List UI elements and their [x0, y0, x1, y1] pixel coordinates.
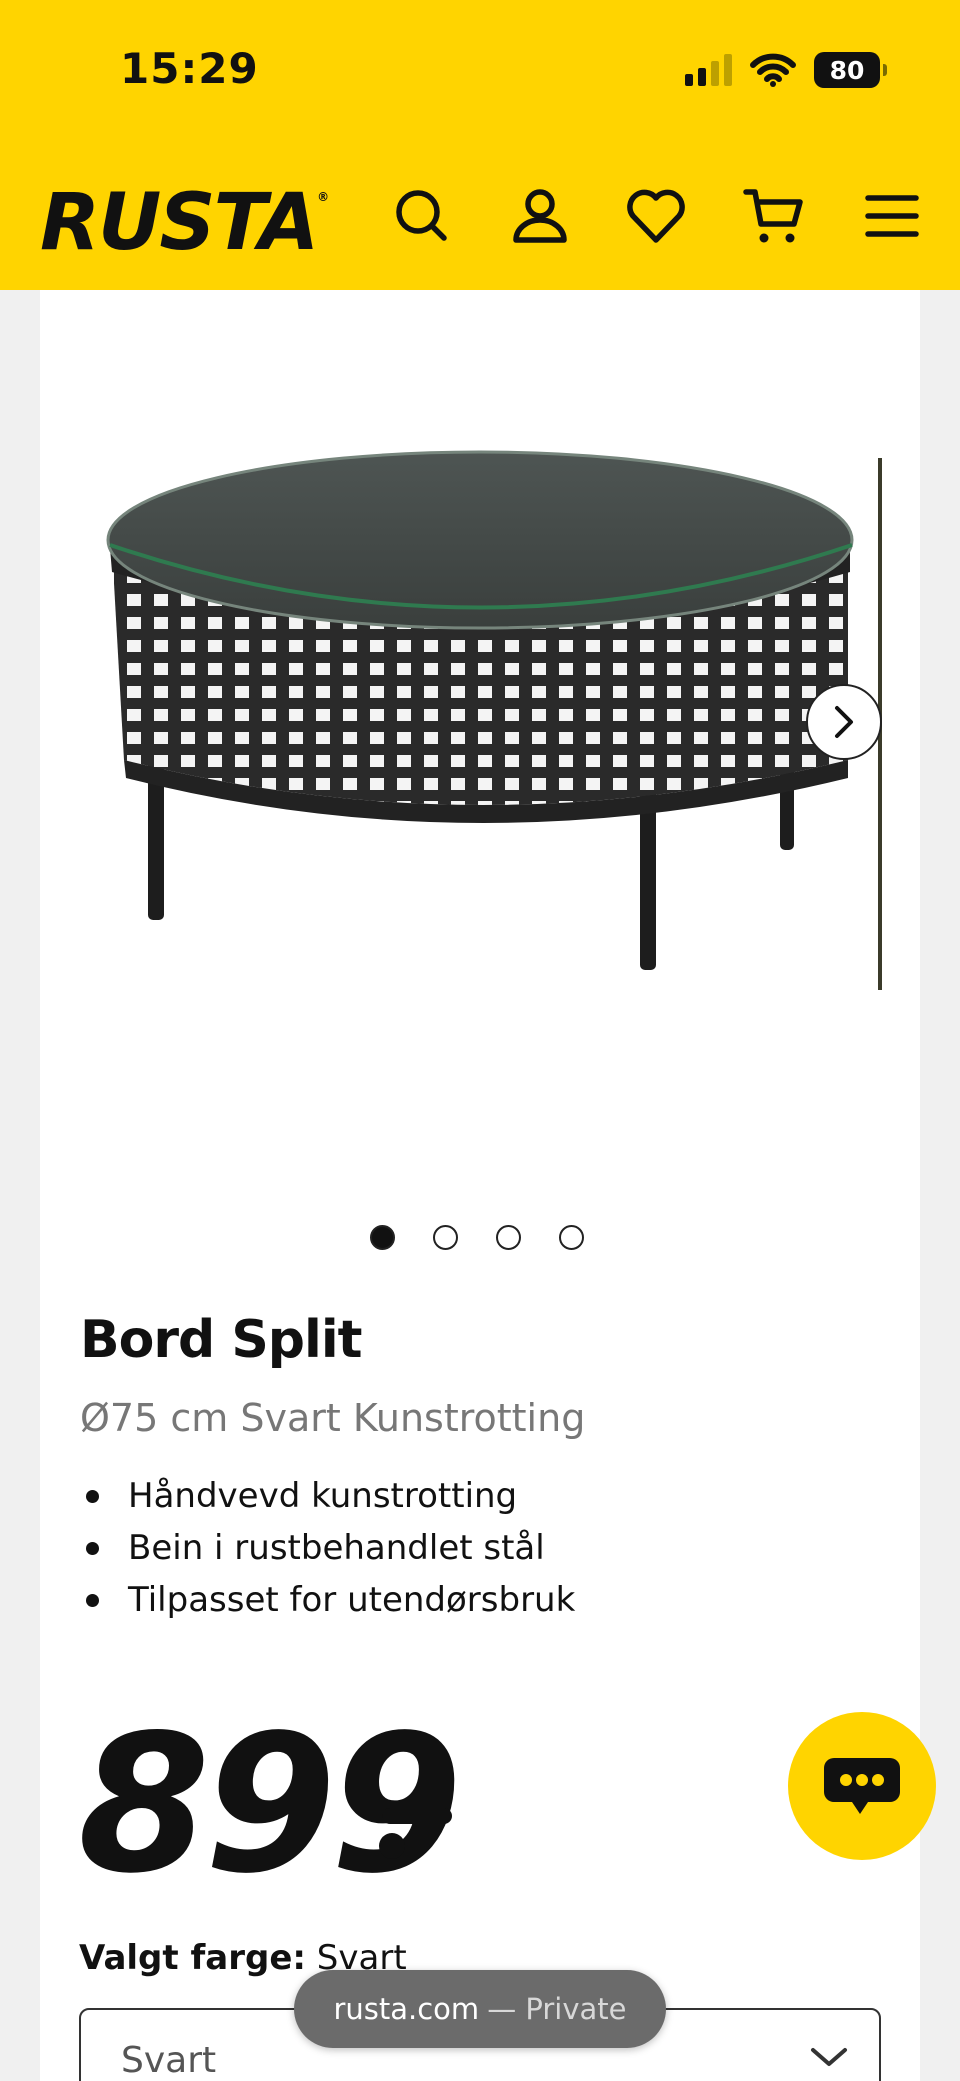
- chevron-right-icon: [835, 706, 853, 738]
- color-select-value: Svart: [121, 2040, 217, 2081]
- feature-item: Tilpasset for utendørsbruk: [80, 1574, 575, 1626]
- product-subtitle: Ø75 cm Svart Kunstrotting: [80, 1396, 586, 1440]
- pagination-dot-2[interactable]: [433, 1225, 458, 1250]
- chevron-down-icon: [811, 2048, 847, 2066]
- status-icons: 80: [685, 50, 887, 90]
- feature-list: Håndvevd kunstrotting Bein i rustbehandl…: [80, 1470, 575, 1626]
- status-time: 15:29: [120, 44, 259, 93]
- top-bar: 15:29 80 RUSTA®: [0, 0, 960, 290]
- signal-icon: [685, 54, 732, 86]
- chat-button[interactable]: [788, 1712, 936, 1860]
- url-private-label: — Private: [487, 1992, 627, 2026]
- pagination-dot-3[interactable]: [496, 1225, 521, 1250]
- pagination-dot-1[interactable]: [370, 1225, 395, 1250]
- product-image-gallery[interactable]: [40, 290, 920, 1270]
- battery-icon: 80: [814, 52, 887, 88]
- rusta-logo[interactable]: RUSTA®: [40, 178, 329, 268]
- feature-item: Bein i rustbehandlet stål: [80, 1522, 575, 1574]
- account-icon[interactable]: [508, 184, 572, 248]
- feature-item: Håndvevd kunstrotting: [80, 1470, 575, 1522]
- pagination-dot-4[interactable]: [559, 1225, 584, 1250]
- chat-icon: [824, 1758, 900, 1814]
- heart-icon[interactable]: [624, 184, 688, 248]
- product-image: [106, 450, 882, 990]
- next-image-button[interactable]: [806, 684, 882, 760]
- cart-icon[interactable]: [742, 184, 806, 248]
- product-card: Bord Split Ø75 cm Svart Kunstrotting Hån…: [40, 290, 920, 2081]
- search-icon[interactable]: [390, 184, 454, 248]
- browser-url-pill[interactable]: rusta.com — Private: [294, 1970, 666, 2048]
- product-title: Bord Split: [80, 1310, 363, 1370]
- wifi-icon: [750, 53, 796, 87]
- image-pagination: [370, 1225, 584, 1250]
- price-dash-icon: [379, 1808, 452, 1859]
- color-label-key: Valgt farge:: [79, 1938, 306, 1978]
- url-domain: rusta.com: [333, 1992, 480, 2026]
- menu-icon[interactable]: [860, 184, 924, 248]
